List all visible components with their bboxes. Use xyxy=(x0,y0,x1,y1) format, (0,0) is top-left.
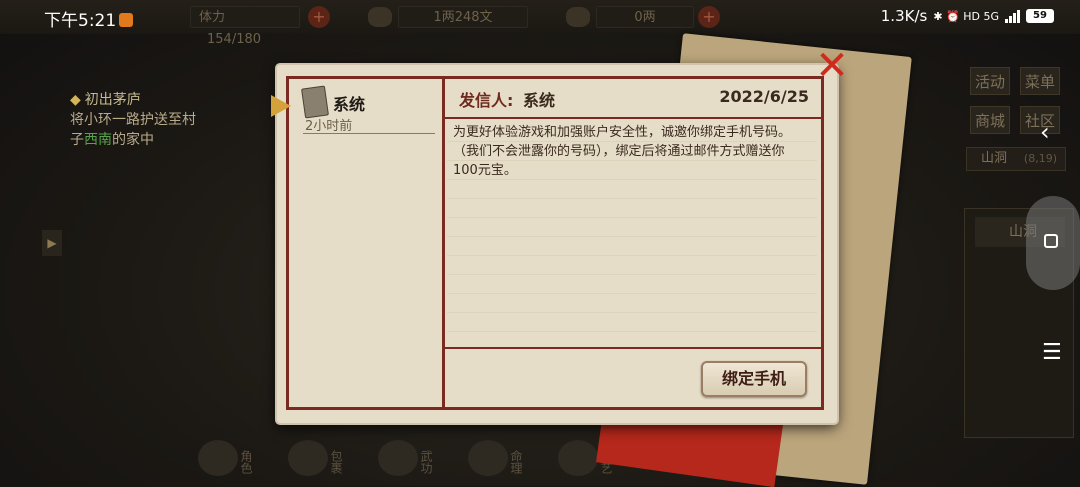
divider xyxy=(445,117,821,119)
battery-icon: 59 xyxy=(1026,9,1054,23)
bag-button[interactable]: 包裹 xyxy=(280,432,350,478)
clock-text: 下午5:21 xyxy=(44,11,117,31)
location-name: 山洞 xyxy=(981,151,1008,166)
back-chevron-icon[interactable]: ‹ xyxy=(1040,118,1050,146)
mail-item-time: 2小时前 xyxy=(305,119,353,134)
status-icons: ✱ ⏰ HD 5G xyxy=(933,9,999,23)
mail-header-sender: 发信人: 系统 xyxy=(459,87,555,111)
status-indicators: 1.3K/s ✱ ⏰ HD 5G 59 xyxy=(881,7,1054,25)
quest-line-1: 将小环一路护送至村 xyxy=(70,112,196,128)
scroll-icon xyxy=(301,85,329,119)
fate-button[interactable]: 命理 xyxy=(460,432,530,478)
bottom-label: 命理 xyxy=(509,450,523,474)
bottom-label: 武功 xyxy=(419,450,433,474)
close-icon[interactable]: ✕ xyxy=(812,46,852,86)
silver-icon xyxy=(368,7,392,27)
mail-body: 为更好体验游戏和加强账户安全性，诚邀你绑定手机号码。（我们不会泄露你的号码），绑… xyxy=(453,125,792,178)
silver-value: 1两248文 xyxy=(398,6,528,28)
stamina-value: 154/180 xyxy=(207,32,262,47)
bottom-label: 包裹 xyxy=(329,450,343,474)
quest-text: 子 xyxy=(70,132,84,148)
divider xyxy=(445,347,821,349)
book-icon xyxy=(378,440,418,476)
expand-arrow-icon[interactable]: ▶ xyxy=(42,230,62,256)
gold-icon xyxy=(566,7,590,27)
notification-icon xyxy=(119,13,134,27)
quest-text-suffix: 的家中 xyxy=(112,132,154,148)
activity-button[interactable]: 活动 xyxy=(970,67,1010,95)
status-time: 下午5:21 xyxy=(44,6,134,31)
add-stamina-button[interactable]: + xyxy=(308,6,330,28)
add-gold-button[interactable]: + xyxy=(698,6,720,28)
bind-phone-button[interactable]: 绑定手机 xyxy=(701,361,807,397)
stamina-display: 体力 154/180 xyxy=(190,6,300,47)
character-button[interactable]: 角色 xyxy=(190,432,260,478)
quest-line-2: 子西南的家中 xyxy=(70,130,196,150)
bag-icon xyxy=(288,440,328,476)
divider xyxy=(442,76,445,410)
quest-title: 初出茅庐 xyxy=(84,92,141,108)
menu-button[interactable]: 菜单 xyxy=(1020,67,1060,95)
quest-tracker[interactable]: ◆ 初出茅庐 将小环一路护送至村 子西南的家中 xyxy=(70,90,196,150)
yinyang-icon xyxy=(468,440,508,476)
character-icon xyxy=(198,440,238,476)
selection-arrow-icon xyxy=(271,95,291,117)
sender-label: 发信人: xyxy=(459,91,514,110)
item-underline xyxy=(303,133,435,134)
quest-location-highlight: 西南 xyxy=(84,132,112,148)
mail-item-sender: 系统 xyxy=(333,95,366,114)
shop-button[interactable]: 商城 xyxy=(970,106,1010,134)
gold-value: 0两 xyxy=(596,6,694,28)
teapot-icon xyxy=(558,440,598,476)
mail-dialog: 系统 2小时前 发信人: 系统 2022/6/25 为更好体验游戏和加强账户安全… xyxy=(277,65,837,423)
signal-icon xyxy=(1005,9,1020,23)
location-field: 山洞 (8,19) xyxy=(966,147,1066,171)
diamond-icon: ◆ xyxy=(70,92,81,108)
mail-list-item[interactable]: 系统 2小时前 xyxy=(299,85,439,135)
home-square-icon[interactable] xyxy=(1044,234,1058,248)
martial-arts-button[interactable]: 武功 xyxy=(370,432,440,478)
mail-date: 2022/6/25 xyxy=(719,87,809,106)
net-speed: 1.3K/s xyxy=(880,7,928,25)
menu-lines-icon[interactable]: ☰ xyxy=(1042,340,1062,365)
stamina-label: 体力 xyxy=(199,10,226,25)
sender-name: 系统 xyxy=(522,91,555,110)
location-coords: (8,19) xyxy=(1023,152,1057,165)
bottom-label: 角色 xyxy=(239,450,253,474)
